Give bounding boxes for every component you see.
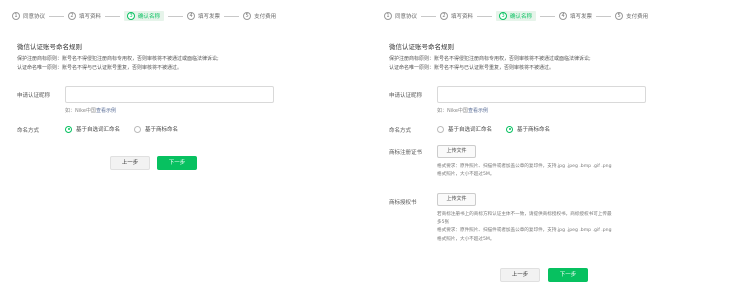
trademark-auth-label: 商标授权书 <box>389 200 417 206</box>
step-label: 填写资料 <box>79 14 102 20</box>
auth-size-note: 格式照片，大小不超过5M。 <box>437 237 495 242</box>
prev-button[interactable]: 上一步 <box>110 156 150 170</box>
step-info: 2 填写资料 <box>68 11 101 21</box>
step-agreement: 1 同意协议 <box>12 11 45 21</box>
trademark-cert-upload-button[interactable]: 上传文件 <box>437 145 476 158</box>
step-label: 支付费用 <box>626 14 649 20</box>
step-label: 同意协议 <box>23 14 46 20</box>
step-number: 4 <box>187 12 196 20</box>
step-agreement: 1 同意协议 <box>384 11 417 21</box>
radio-label: 基于自选词汇命名 <box>448 127 493 133</box>
step-label: 确认名称 <box>510 14 533 20</box>
step-connector <box>421 15 437 17</box>
apply-name-hint: 如：Nike中国查看示例 <box>65 107 116 114</box>
step-confirm-name: 3 确认名称 <box>124 11 165 21</box>
step-label: 同意协议 <box>395 14 418 20</box>
step-number: 3 <box>499 12 508 20</box>
right-form-panel: 1 同意协议 2 填写资料 3 确认名称 4 填写发票 5 支付费用 微信认证账… <box>372 0 740 289</box>
radio-checked-icon <box>65 125 72 133</box>
step-connector <box>49 15 65 17</box>
auth-mismatch-note: 若商标注册书上的商标方和认证主体不一致，请提供商标授权书，商标授权书可上传最 <box>437 212 612 217</box>
step-label: 填写发票 <box>570 14 593 20</box>
step-number: 2 <box>440 12 449 20</box>
step-label: 填写发票 <box>198 14 221 20</box>
auth-count-note: 多5张 <box>437 220 450 225</box>
unique-name-rule-text: 认证命名唯一原则：账号名不得与已认证账号重复，否则审核将不被通过。 <box>17 65 183 71</box>
radio-label: 基于自选词汇命名 <box>76 127 121 133</box>
step-connector <box>540 15 556 17</box>
naming-method-radio-group: 基于自选词汇命名 基于商标命名 <box>437 125 564 133</box>
step-info: 2 填写资料 <box>440 11 473 21</box>
trademark-auth-upload-button[interactable]: 上传文件 <box>437 193 476 206</box>
step-progress: 1 同意协议 2 填写资料 3 确认名称 4 填写发票 5 支付费用 <box>384 11 648 21</box>
step-confirm-name: 3 确认名称 <box>496 11 537 21</box>
naming-method-label: 命名方式 <box>389 128 412 134</box>
step-label: 确认名称 <box>138 14 161 20</box>
naming-method-radio-group: 基于自选词汇命名 基于商标命名 <box>65 125 192 133</box>
step-connector <box>168 15 184 17</box>
hint-example-text: 如：Nike中国 <box>437 108 468 114</box>
radio-self-chosen[interactable]: 基于自选词汇命名 <box>65 125 120 133</box>
view-example-link[interactable]: 查看示例 <box>96 108 116 114</box>
step-number: 5 <box>615 12 624 20</box>
apply-name-input[interactable] <box>65 86 274 103</box>
trademark-cert-label: 商标注册证书 <box>389 150 423 156</box>
cert-size-note: 格式照片，大小不超过5M。 <box>437 172 495 177</box>
hint-example-text: 如：Nike中国 <box>65 108 96 114</box>
trademark-rule-text: 保护注册商标原则：账号名不得侵犯注册商标专用权，否则审核将不被通过或面临法律诉讼… <box>17 56 219 62</box>
step-label: 填写资料 <box>451 14 474 20</box>
prev-button[interactable]: 上一步 <box>500 268 540 282</box>
step-connector <box>477 15 493 17</box>
cert-format-note: 格式要求：原件照片、扫描件或者加盖公章的复印件，支持.jpg .jpeg .bm… <box>437 164 612 169</box>
radio-checked-icon <box>506 125 514 133</box>
auth-format-note: 格式要求：原件照片、扫描件或者加盖公章的复印件，支持.jpg .jpeg .bm… <box>437 228 612 233</box>
step-number: 3 <box>127 12 136 20</box>
next-button[interactable]: 下一步 <box>548 268 588 282</box>
radio-self-chosen[interactable]: 基于自选词汇命名 <box>437 125 492 133</box>
step-connector <box>105 15 121 17</box>
naming-method-label: 命名方式 <box>17 128 40 134</box>
radio-unchecked-icon <box>437 125 444 133</box>
step-number: 5 <box>243 12 252 20</box>
step-invoice: 4 填写发票 <box>559 11 592 21</box>
view-example-link[interactable]: 查看示例 <box>468 108 488 114</box>
step-payment: 5 支付费用 <box>243 11 276 21</box>
left-form-panel: 1 同意协议 2 填写资料 3 确认名称 4 填写发票 5 支付费用 微信认证账… <box>0 0 368 289</box>
step-label: 支付费用 <box>254 14 277 20</box>
radio-trademark[interactable]: 基于商标命名 <box>506 125 550 133</box>
step-connector <box>224 15 240 17</box>
step-number: 2 <box>68 12 77 20</box>
radio-label: 基于商标命名 <box>145 127 179 133</box>
step-number: 1 <box>12 12 20 20</box>
step-number: 4 <box>559 12 568 20</box>
radio-unchecked-icon <box>134 125 142 133</box>
naming-rules-title: 微信认证账号命名规则 <box>389 43 454 51</box>
radio-trademark[interactable]: 基于商标命名 <box>134 125 178 133</box>
step-payment: 5 支付费用 <box>615 11 648 21</box>
apply-name-hint: 如：Nike中国查看示例 <box>437 107 488 114</box>
step-progress: 1 同意协议 2 填写资料 3 确认名称 4 填写发票 5 支付费用 <box>12 11 276 21</box>
next-button[interactable]: 下一步 <box>157 156 197 170</box>
step-connector <box>596 15 612 17</box>
radio-label: 基于商标命名 <box>517 127 551 133</box>
apply-name-input[interactable] <box>437 86 646 103</box>
apply-name-label: 申请认证昵称 <box>389 93 423 99</box>
apply-name-label: 申请认证昵称 <box>17 93 51 99</box>
step-invoice: 4 填写发票 <box>187 11 220 21</box>
unique-name-rule-text: 认证命名唯一原则：账号名不得与已认证账号重复，否则审核将不被通过。 <box>389 65 555 71</box>
step-number: 1 <box>384 12 392 20</box>
naming-rules-title: 微信认证账号命名规则 <box>17 43 82 51</box>
trademark-rule-text: 保护注册商标原则：账号名不得侵犯注册商标专用权，否则审核将不被通过或面临法律诉讼… <box>389 56 591 62</box>
